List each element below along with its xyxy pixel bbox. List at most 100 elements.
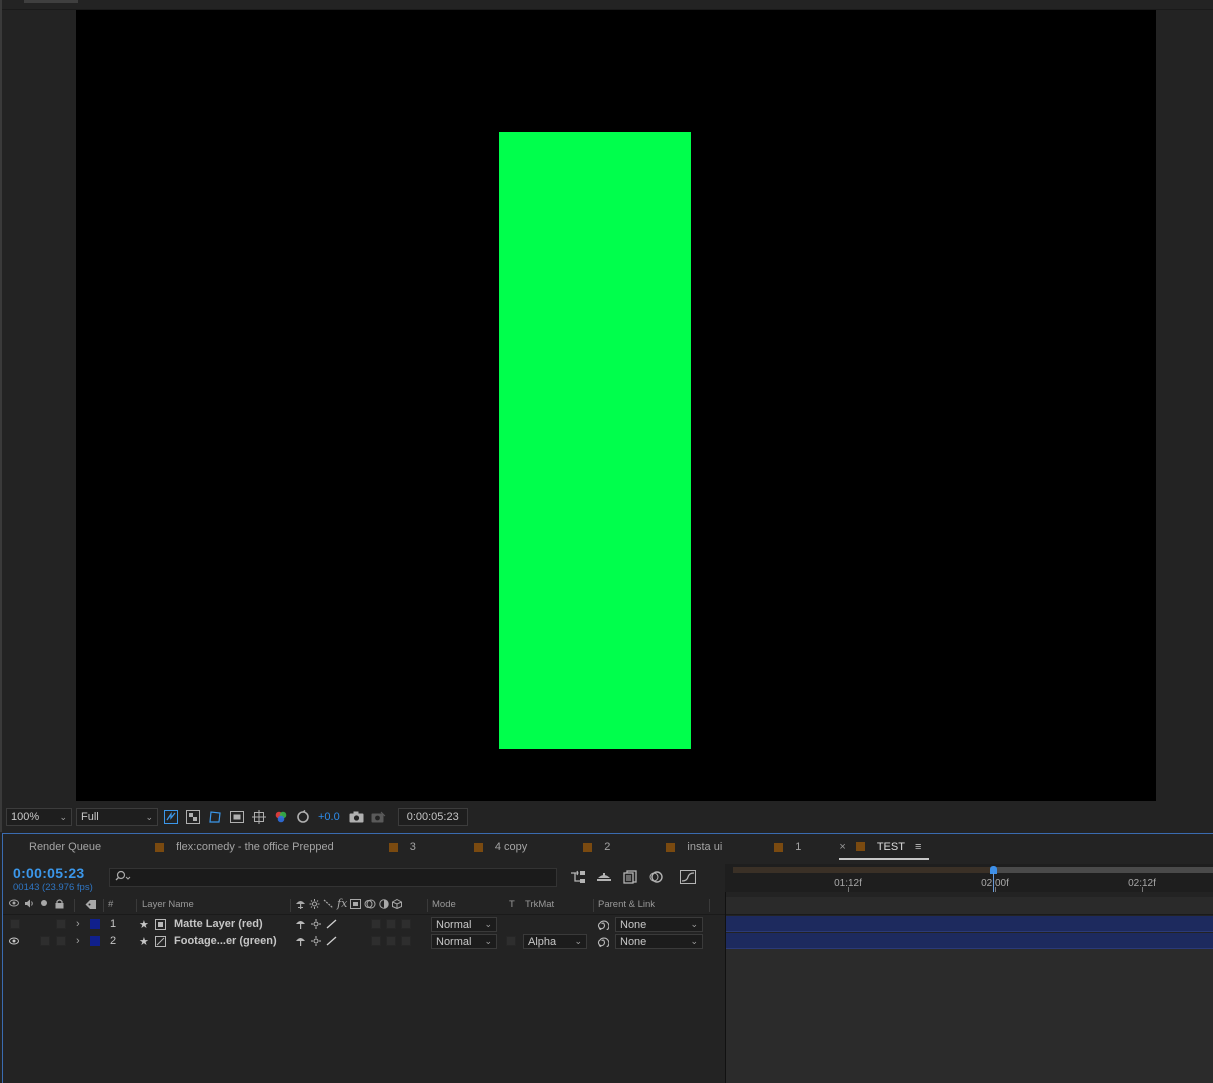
collapse-sun-icon[interactable] (309, 899, 320, 912)
fast-previews-icon[interactable] (162, 808, 180, 826)
3d-switch[interactable] (401, 936, 411, 946)
tab-4-copy[interactable]: 4 copy (424, 834, 535, 860)
frame-blend-icon[interactable] (350, 899, 362, 912)
layer-name[interactable]: Footage...er (green) (174, 935, 277, 947)
reset-exposure-icon[interactable] (294, 808, 312, 826)
region-of-interest-icon[interactable] (228, 808, 246, 826)
viewer-tab-stub[interactable] (24, 0, 78, 3)
motion-blur-switch[interactable] (371, 936, 381, 946)
column-separator (290, 899, 291, 912)
video-switch[interactable] (10, 919, 20, 929)
layer-row[interactable]: › 2 ★ Footage...er (green) Normal ⌄ Alph… (3, 933, 725, 950)
quality-switch-icon[interactable] (326, 919, 337, 932)
label-tag-icon[interactable] (85, 899, 97, 913)
collapse-switch-icon[interactable] (311, 936, 321, 949)
expand-arrow-icon[interactable]: › (76, 935, 80, 947)
graph-editor-icon[interactable] (679, 868, 697, 886)
adjustment-switch[interactable] (386, 936, 396, 946)
lock-icon[interactable] (55, 899, 64, 912)
track-matte-dropdown[interactable]: Alpha ⌄ (523, 934, 587, 949)
preserve-transparency-switch[interactable] (506, 936, 516, 946)
composition-flowchart-icon[interactable] (569, 868, 587, 886)
quality-icon[interactable] (323, 899, 334, 912)
close-icon[interactable]: × (839, 841, 845, 853)
tab-1[interactable]: 1 (730, 834, 809, 860)
chevron-down-icon: ⌄ (484, 936, 492, 946)
lock-switch[interactable] (56, 936, 66, 946)
motion-blur-switch[interactable] (371, 919, 381, 929)
mode-column-header[interactable]: Mode (432, 899, 456, 910)
tab-render-queue[interactable]: Render Queue (3, 834, 109, 860)
track-header (725, 897, 1213, 915)
timeline-timecode-block[interactable]: 0:00:05:23 00143 (23.976 fps) (13, 865, 93, 893)
parent-dropdown[interactable]: None ⌄ (615, 934, 703, 949)
layer-row[interactable]: › 1 ★ Matte Layer (red) Normal ⌄ None ⌄ (3, 916, 725, 933)
panel-menu-icon[interactable]: ≡ (915, 841, 921, 853)
adjustment-switch[interactable] (386, 919, 396, 929)
blend-mode-dropdown[interactable]: Normal ⌄ (431, 934, 497, 949)
shy-icon[interactable] (295, 899, 306, 912)
tab-2[interactable]: 2 (535, 834, 618, 860)
mask-visibility-icon[interactable] (206, 808, 224, 826)
tab-3[interactable]: 3 (342, 834, 424, 860)
layer-name[interactable]: Matte Layer (red) (174, 918, 263, 930)
motion-blur-switch-icon[interactable] (364, 899, 376, 912)
motion-blur-icon[interactable] (647, 868, 665, 886)
shy-switch-icon[interactable] (295, 919, 306, 932)
lock-switch[interactable] (56, 919, 66, 929)
layer-duration-bar[interactable] (725, 933, 1213, 949)
video-eye-icon[interactable] (9, 899, 19, 910)
track-empty-area[interactable] (726, 949, 1213, 1083)
color-channels-icon[interactable] (272, 808, 290, 826)
layer-column-header: # Layer Name fx Mode T TrkMat Parent & L… (3, 897, 725, 915)
grid-guides-icon[interactable] (250, 808, 268, 826)
frame-blending-icon[interactable] (621, 868, 639, 886)
layer-label-color[interactable] (90, 919, 100, 929)
pick-whip-icon[interactable] (597, 935, 610, 950)
effects-fx-icon[interactable]: fx (337, 898, 347, 912)
tab-test[interactable]: × TEST ≡ (839, 834, 930, 860)
t-column-header[interactable]: T (509, 899, 515, 910)
pick-whip-icon[interactable] (597, 918, 610, 933)
magnification-dropdown[interactable]: 100% ⌄ (6, 808, 72, 826)
resolution-dropdown[interactable]: Full ⌄ (76, 808, 158, 826)
viewer-timecode[interactable]: 0:00:05:23 (397, 808, 468, 826)
comp-label-swatch (774, 842, 784, 852)
camera-icon[interactable] (348, 808, 366, 826)
layer-name-column-header[interactable]: Layer Name (142, 899, 194, 910)
parent-link-column-header[interactable]: Parent & Link (598, 899, 655, 910)
trkmat-column-header[interactable]: TrkMat (525, 899, 554, 910)
column-separator (74, 899, 75, 912)
exposure-value[interactable]: +0.0 (316, 811, 344, 823)
expand-arrow-icon[interactable]: › (76, 918, 80, 930)
adjustment-layer-icon[interactable] (379, 899, 389, 912)
parent-value: None (620, 918, 647, 931)
time-ruler[interactable]: 01:12f 02:00f 02:12f (725, 864, 1213, 892)
transparency-grid-icon[interactable] (184, 808, 202, 826)
collapse-switch-icon[interactable] (311, 919, 321, 932)
comp-label-swatch (666, 842, 676, 852)
quality-switch-icon[interactable] (326, 936, 337, 949)
composition-viewer: 100% ⌄ Full ⌄ +0.0 0:00:05:23 (0, 0, 1213, 832)
number-column-header[interactable]: # (108, 899, 113, 910)
3d-layer-cube-icon[interactable] (392, 898, 403, 912)
tab-flex-comedy[interactable]: flex:comedy - the office Prepped (109, 834, 342, 860)
footage-layer-icon (155, 936, 166, 950)
layer-search-input[interactable] (109, 868, 557, 887)
solo-switch[interactable] (40, 936, 50, 946)
current-time-display[interactable]: 0:00:05:23 (13, 865, 93, 881)
solo-dot-icon[interactable] (40, 899, 48, 910)
green-solid-layer[interactable] (499, 132, 691, 749)
3d-switch[interactable] (401, 919, 411, 929)
shy-switch-icon[interactable] (295, 936, 306, 949)
layer-label-color[interactable] (90, 936, 100, 946)
parent-dropdown[interactable]: None ⌄ (615, 917, 703, 932)
blend-mode-dropdown[interactable]: Normal ⌄ (431, 917, 497, 932)
tab-insta-ui[interactable]: insta ui (618, 834, 730, 860)
show-snapshot-icon[interactable] (370, 808, 388, 826)
layer-duration-bar[interactable] (725, 916, 1213, 932)
eye-icon[interactable] (9, 936, 19, 948)
draft-3d-icon[interactable] (595, 868, 613, 886)
audio-speaker-icon[interactable] (24, 899, 34, 911)
composition-canvas[interactable] (76, 10, 1156, 801)
